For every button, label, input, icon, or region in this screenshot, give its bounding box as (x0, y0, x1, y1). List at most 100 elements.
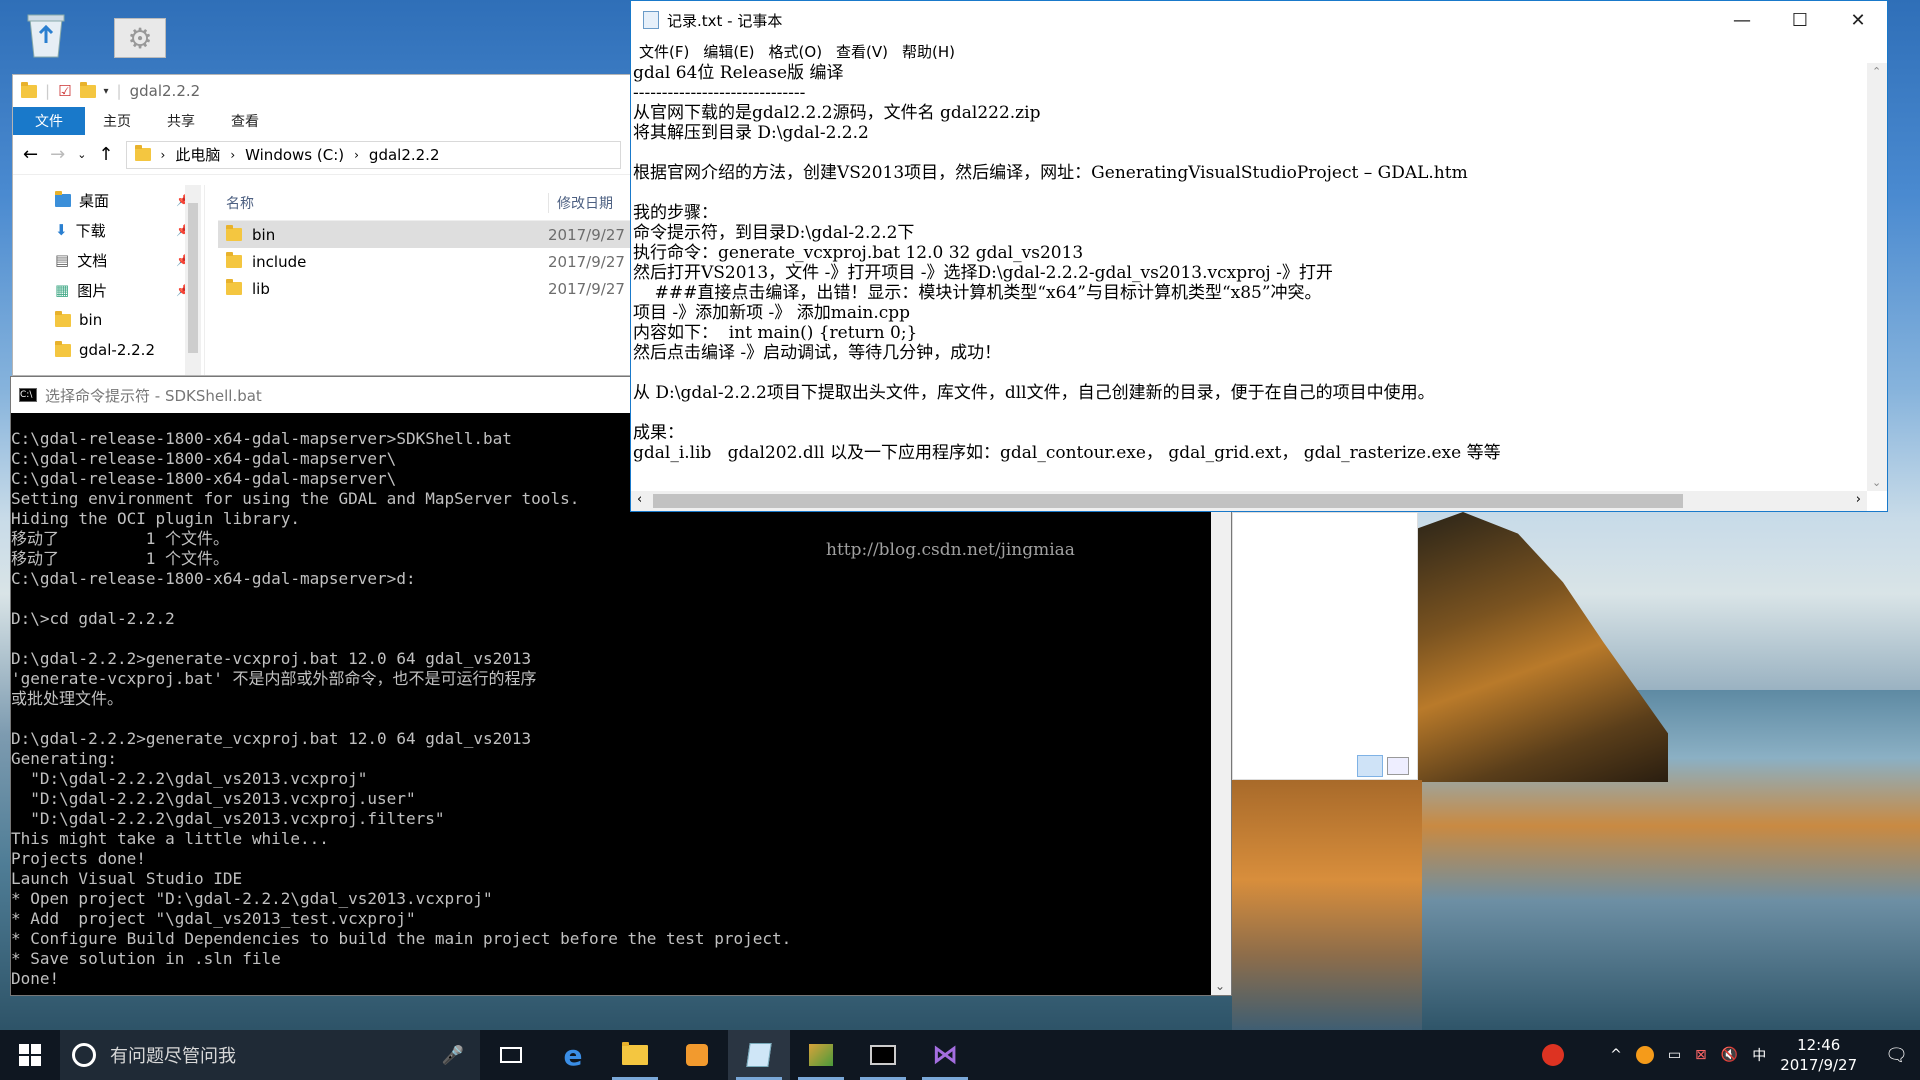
details-view-icon[interactable] (1357, 755, 1383, 777)
menu-view[interactable]: 查看(V) (836, 41, 888, 62)
maximize-button[interactable]: ☐ (1771, 1, 1829, 39)
folder-icon (134, 145, 151, 161)
window-controls: — ☐ ✕ (1713, 1, 1887, 39)
recent-chevron-icon[interactable]: ⌄ (77, 148, 86, 161)
scroll-right-icon[interactable]: › (1856, 492, 1861, 507)
notepad-line (633, 363, 1863, 383)
cmd-line: * Configure Build Dependencies to build … (11, 929, 792, 948)
notification-app-icon[interactable] (1635, 1046, 1654, 1064)
microphone-icon[interactable]: 🎤 (442, 1045, 464, 1066)
scroll-left-icon[interactable]: ‹ (637, 492, 642, 507)
notepad-horizontal-scrollbar[interactable]: ‹ › (631, 491, 1867, 511)
cmd-line (11, 629, 1209, 649)
search-placeholder: 有问题尽管问我 (110, 1046, 236, 1067)
file-explorer-button[interactable] (604, 1030, 666, 1080)
notepad-line: 从官网下载的是gdal2.2.2源码，文件名 gdal222.zip (633, 103, 1041, 123)
notepad-line (633, 403, 1863, 423)
start-button[interactable] (0, 1030, 60, 1080)
tab-home[interactable]: 主页 (85, 107, 149, 135)
cmd-button[interactable] (852, 1030, 914, 1080)
notepad-titlebar: 记录.txt - 记事本 (631, 1, 1887, 39)
tab-view[interactable]: 查看 (213, 107, 277, 135)
breadcrumb-gdal[interactable]: gdal2.2.2 (369, 146, 440, 164)
address-bar[interactable]: › 此电脑 › Windows (C:) › gdal2.2.2 (125, 140, 621, 169)
up-arrow-icon[interactable]: ↑ (98, 144, 113, 165)
folder-icon (226, 225, 242, 241)
edge-button[interactable]: e (542, 1030, 604, 1080)
cmd-line: Hiding the OCI plugin library. (11, 509, 300, 528)
folder-icon (21, 81, 37, 98)
column-name[interactable]: 名称 (218, 193, 548, 213)
scroll-down-icon[interactable]: ⌄ (1872, 476, 1881, 489)
notepad-line: ###直接点击编译，出错！显示：模块计算机类型“x64”与目标计算机类型“x85… (633, 283, 1322, 303)
notepad-vertical-scrollbar[interactable]: ⌃ ⌄ (1867, 63, 1887, 491)
cmd-icon: C:\ (19, 388, 37, 402)
scroll-up-icon[interactable]: ⌃ (1872, 65, 1881, 78)
notepad-text-area[interactable]: gdal 64位 Release版 编译 --------------------… (633, 63, 1863, 489)
nav-item-documents[interactable]: ▤ 文档 📌 (13, 245, 204, 275)
forward-arrow-icon[interactable]: → (50, 144, 65, 165)
tab-file[interactable]: 文件 (13, 107, 85, 135)
cmd-line: D:\>cd gdal-2.2.2 (11, 609, 175, 628)
download-icon: ⬇ (55, 221, 68, 239)
navigation-pane: 桌面 📌 ⬇ 下载 📌 ▤ 文档 📌 ▦ 图片 📌 bin gdal-2.2.2 (13, 185, 205, 375)
visual-studio-button[interactable]: ⋈ (914, 1030, 976, 1080)
action-center-icon[interactable]: 🗨 (1885, 1045, 1908, 1066)
file-explorer-window[interactable]: | ☑ ▾ | gdal2.2.2 文件 主页 共享 查看 ← → ⌄ ↑ › … (12, 74, 633, 376)
battery-icon[interactable]: ▭ (1668, 1047, 1681, 1063)
nav-item-desktop[interactable]: 桌面 📌 (13, 185, 204, 215)
wallpaper-reflection (1232, 780, 1422, 1030)
tab-share[interactable]: 共享 (149, 107, 213, 135)
ribbon-tabs: 文件 主页 共享 查看 (13, 107, 631, 135)
notepad-line: 将其解压到目录 D:\gdal-2.2.2 (633, 123, 869, 143)
search-app-button[interactable] (666, 1030, 728, 1080)
breadcrumb-this-pc[interactable]: 此电脑 (175, 144, 220, 165)
task-view-button[interactable] (480, 1030, 542, 1080)
notepad-window[interactable]: 记录.txt - 记事本 — ☐ ✕ 文件(F) 编辑(E) 格式(O) 查看(… (630, 0, 1888, 512)
breadcrumb-c-drive[interactable]: Windows (C:) (245, 146, 344, 164)
recycle-bin-icon[interactable] (20, 8, 72, 60)
scroll-down-icon[interactable]: ⌄ (1215, 979, 1225, 993)
preview-view-icon[interactable] (1387, 757, 1409, 775)
cmd-line: 或批处理文件。 (11, 689, 124, 708)
new-folder-icon[interactable] (79, 81, 96, 98)
notepad-icon (746, 1043, 772, 1067)
nav-item-bin[interactable]: bin (13, 305, 204, 335)
image-app-button[interactable] (790, 1030, 852, 1080)
menu-edit[interactable]: 编辑(E) (703, 41, 754, 62)
chevron-down-icon[interactable]: ▾ (104, 86, 109, 97)
show-hidden-icons-chevron-icon[interactable]: ^ (1610, 1047, 1622, 1063)
close-button[interactable]: ✕ (1829, 1, 1887, 39)
notepad-line: ------------------------------ (633, 83, 806, 103)
back-arrow-icon[interactable]: ← (23, 144, 38, 165)
file-row[interactable]: include 2017/9/27 (218, 248, 633, 275)
file-row[interactable]: bin 2017/9/27 (218, 221, 633, 248)
cmd-output[interactable]: C:\gdal-release-1800-x64-gdal-mapserver>… (11, 429, 1209, 989)
nav-item-downloads[interactable]: ⬇ 下载 📌 (13, 215, 204, 245)
search-box[interactable]: 有问题尽管问我 🎤 (60, 1030, 480, 1080)
document-icon: ▤ (55, 251, 70, 269)
menu-file[interactable]: 文件(F) (639, 41, 689, 62)
menu-help[interactable]: 帮助(H) (902, 41, 955, 62)
network-icon[interactable]: ⊠ (1695, 1047, 1707, 1063)
column-date[interactable]: 修改日期 (548, 192, 613, 213)
app-tray-icon[interactable] (1542, 1044, 1565, 1066)
cmd-line: Done! (11, 969, 60, 988)
minimize-button[interactable]: — (1713, 1, 1771, 39)
settings-shortcut-icon[interactable]: ⚙ (114, 12, 166, 64)
notepad-line: 项目 -》添加新项 -》 添加main.cpp (633, 303, 911, 323)
nav-scroll-thumb[interactable] (188, 203, 198, 353)
nav-item-pictures[interactable]: ▦ 图片 📌 (13, 275, 204, 305)
checkbox-icon[interactable]: ☑ (58, 82, 71, 100)
windows-logo-icon (19, 1044, 41, 1066)
ime-indicator[interactable]: 中 (1752, 1045, 1766, 1065)
nav-item-gdal[interactable]: gdal-2.2.2 (13, 335, 204, 365)
cmd-line: Launch Visual Studio IDE (11, 869, 243, 888)
notepad-button[interactable] (728, 1030, 790, 1080)
volume-icon[interactable]: 🔇 (1721, 1047, 1738, 1063)
clock[interactable]: 12:46 2017/9/27 (1780, 1035, 1857, 1075)
menu-format[interactable]: 格式(O) (769, 41, 823, 62)
horizontal-scroll-thumb[interactable] (653, 494, 1683, 508)
file-row[interactable]: lib 2017/9/27 (218, 275, 633, 302)
folder-icon (55, 310, 71, 327)
